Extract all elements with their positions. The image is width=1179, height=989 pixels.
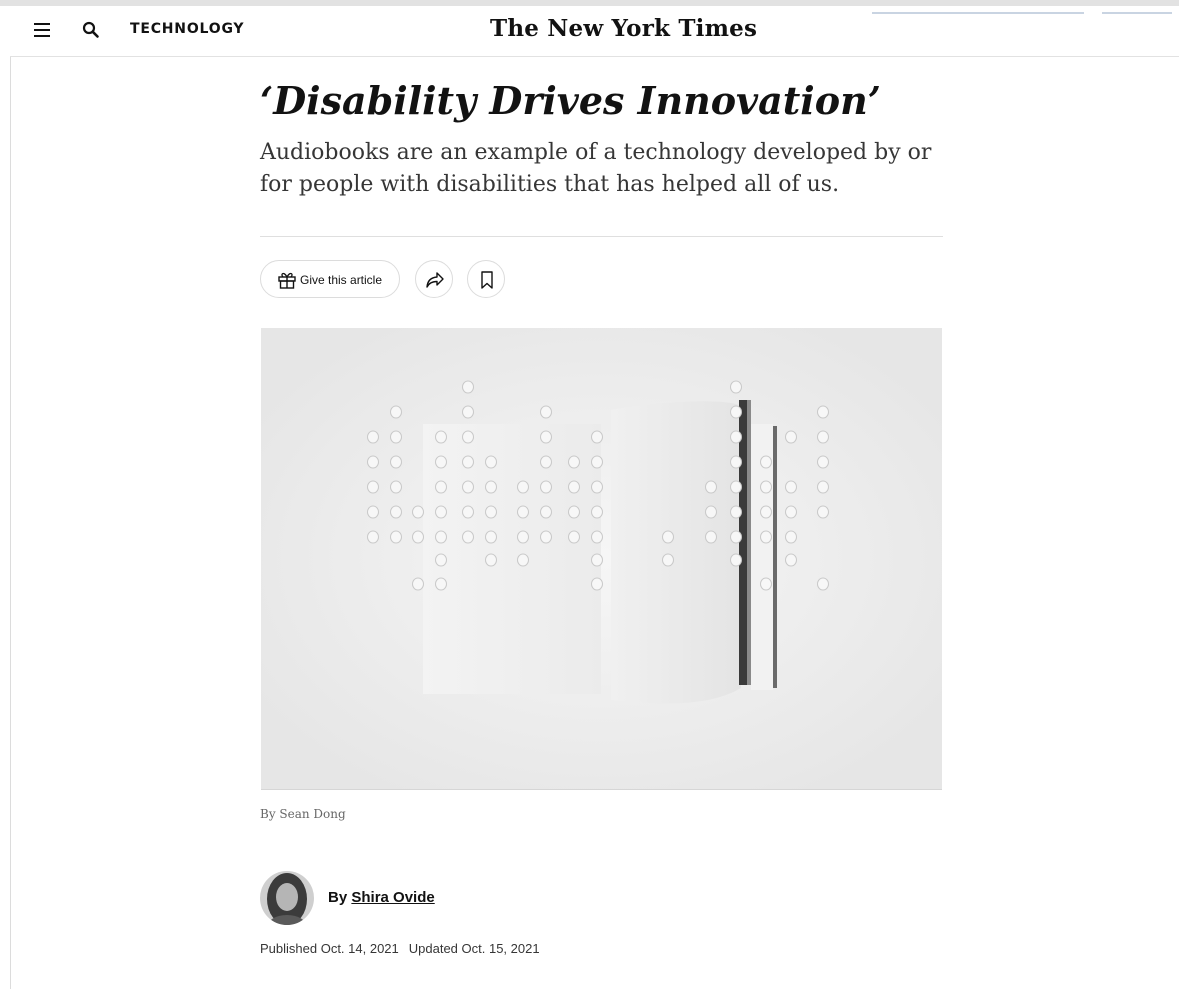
dateline: Published Oct. 14, 2021 Updated Oct. 15, … [260, 941, 540, 956]
published-date: Published Oct. 14, 2021 [260, 941, 399, 956]
byline: By Shira Ovide [328, 889, 435, 906]
header-divider [1102, 12, 1172, 14]
image-credit: By Sean Dong [260, 807, 346, 821]
left-border [10, 6, 11, 989]
gift-icon [278, 272, 296, 289]
share-icon [426, 272, 444, 288]
search-icon[interactable] [82, 21, 100, 39]
section-link[interactable]: TECHNOLOGY [130, 21, 244, 37]
hero-image [261, 328, 942, 789]
author-avatar[interactable] [260, 871, 314, 925]
give-article-button[interactable]: Give this article [260, 260, 400, 298]
share-button[interactable] [415, 260, 453, 298]
author-link[interactable]: Shira Ovide [351, 889, 434, 906]
image-border [261, 789, 942, 790]
give-article-label: Give this article [300, 273, 383, 287]
article-summary: Audiobooks are an example of a technolog… [260, 140, 932, 197]
menu-icon[interactable] [34, 23, 50, 37]
save-button[interactable] [467, 260, 505, 298]
masthead: TECHNOLOGY The New York Times [10, 6, 1179, 57]
nyt-logo[interactable]: The New York Times [490, 15, 757, 42]
byline-prefix: By [328, 889, 348, 906]
braille-paper-illustration [261, 328, 942, 789]
headline: ‘Disability Drives Innovation’ [260, 78, 881, 123]
divider [260, 236, 943, 237]
updated-date: Updated Oct. 15, 2021 [408, 941, 540, 956]
bookmark-icon [481, 271, 493, 289]
header-divider [872, 12, 1084, 14]
